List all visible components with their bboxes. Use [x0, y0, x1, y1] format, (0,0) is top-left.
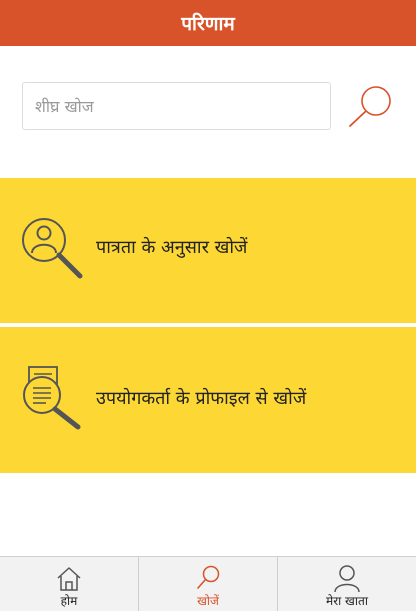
search-by-profile-label: उपयोगकर्ता के प्रोफाइल से खोजें	[96, 388, 307, 409]
nav-label-search: खोजें	[197, 594, 219, 608]
user-icon	[334, 565, 360, 593]
search-button[interactable]	[344, 82, 396, 130]
user-search-icon	[20, 216, 86, 282]
home-icon	[57, 567, 81, 591]
quick-search-input[interactable]	[22, 82, 331, 130]
page-title: परिणाम	[181, 13, 235, 35]
search-icon	[349, 86, 391, 127]
nav-item-my-account[interactable]: मेरा खाता	[277, 557, 416, 611]
bottom-navigation: होम खोजें मेरा खाता	[0, 556, 416, 611]
search-by-eligibility-label: पात्रता के अनुसार खोजें	[96, 237, 248, 258]
search-by-eligibility-card[interactable]: पात्रता के अनुसार खोजें	[0, 178, 416, 323]
nav-label-my-account: मेरा खाता	[326, 594, 368, 608]
nav-label-home: होम	[60, 594, 78, 608]
nav-item-search[interactable]: खोजें	[138, 557, 277, 611]
search-by-profile-card[interactable]: उपयोगकर्ता के प्रोफाइल से खोजें	[0, 327, 416, 473]
app-header: परिणाम	[0, 0, 416, 46]
nav-item-home[interactable]: होम	[0, 557, 138, 611]
document-search-icon	[20, 365, 86, 431]
search-icon	[197, 565, 220, 589]
